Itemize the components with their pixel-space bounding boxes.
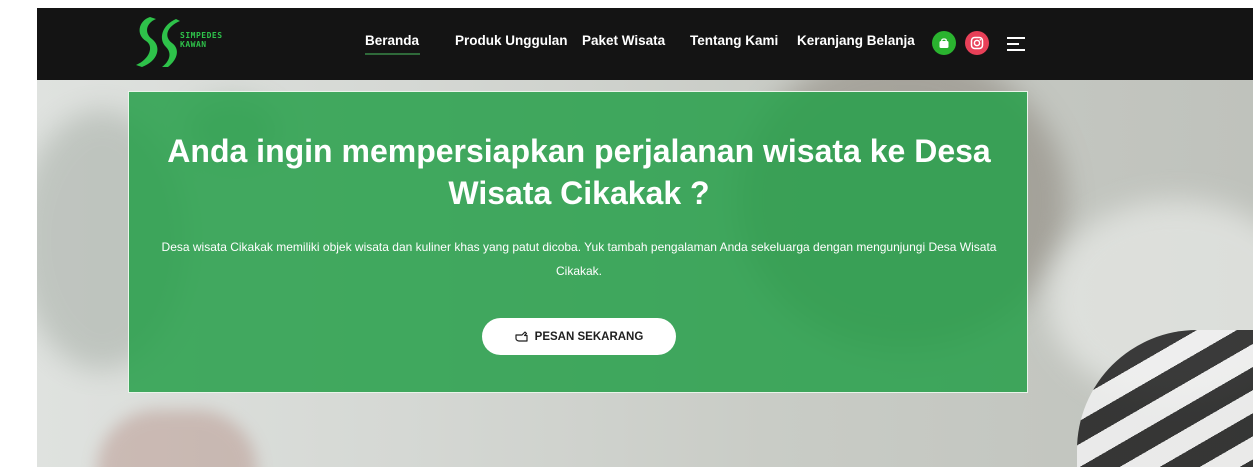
brand-line1: SIMPEDES [180,31,223,40]
pointing-hand-icon [515,331,528,342]
menu-icon[interactable] [1007,36,1027,52]
nav-item-paket-wisata[interactable]: Paket Wisata [582,33,665,48]
brand-logo[interactable]: SIMPEDES KAWAN [132,13,242,73]
background-hand [97,410,257,467]
hero-description: Desa wisata Cikakak memiliki objek wisat… [161,240,997,278]
hero-headline: Anda ingin mempersiapkan perjalanan wisa… [167,133,991,211]
nav-item-keranjang-belanja[interactable]: Keranjang Belanja [797,33,915,48]
nav-item-tentang-kami[interactable]: Tentang Kami [690,33,778,48]
brand-line2: KAWAN [180,40,207,49]
hero-overlay-card: Anda ingin mempersiapkan perjalanan wisa… [128,91,1028,393]
instagram-icon[interactable] [965,31,989,55]
pesan-sekarang-label: PESAN SEKARANG [534,330,644,343]
brand-name: SIMPEDES KAWAN [180,31,223,49]
logo-mark-icon [136,17,180,67]
pesan-sekarang-button[interactable]: PESAN SEKARANG [482,318,676,355]
nav-active-indicator [365,53,420,55]
shopping-bag-icon[interactable] [932,31,956,55]
top-navbar: SIMPEDES KAWAN Beranda Produk Unggulan P… [37,8,1253,80]
nav-item-produk-unggulan[interactable]: Produk Unggulan [455,33,568,48]
nav-item-beranda[interactable]: Beranda [365,33,419,48]
